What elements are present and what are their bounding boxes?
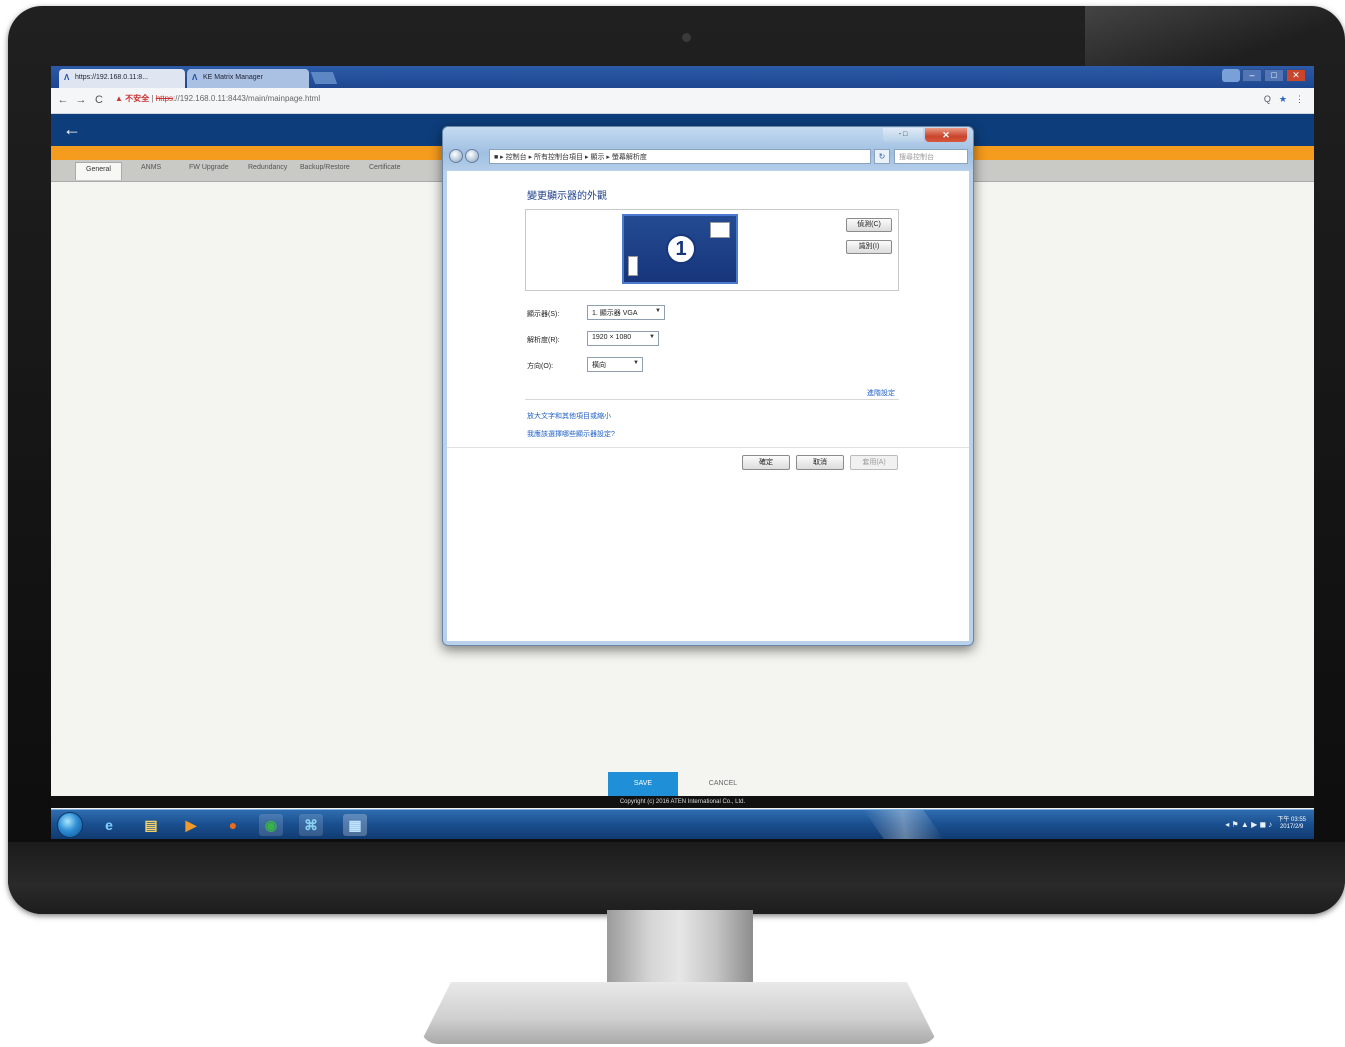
display-preview: 1 偵測(C) 識別(I) (525, 209, 899, 291)
menu-icon[interactable]: ⋮ (1295, 94, 1304, 105)
search-input[interactable]: 搜尋控制台 (894, 149, 968, 164)
window-controls: – □ ✕ (1242, 69, 1306, 83)
display-1-thumbnail[interactable]: 1 (622, 214, 738, 284)
window-thumbnail (710, 222, 730, 238)
explorer-nav-buttons (449, 149, 479, 163)
orientation-label: 方向(O): (527, 363, 554, 370)
clock-time: 下午 03:55 (1277, 817, 1306, 823)
url-scheme: https (155, 94, 174, 103)
chevron-down-icon: ▼ (649, 334, 655, 340)
tab-certificate[interactable]: Certificate (369, 164, 401, 171)
explorer-forward-button[interactable] (465, 149, 479, 163)
star-icon[interactable]: ★ (1279, 94, 1287, 105)
media-player-icon[interactable]: ▶ (179, 814, 203, 836)
explorer-icon[interactable]: ▤ (139, 814, 163, 836)
back-arrow-icon[interactable]: ← (63, 118, 81, 140)
profile-icon[interactable] (1222, 69, 1240, 82)
text-size-link[interactable]: 放大文字和其他項目或縮小 (527, 411, 611, 421)
resolution-select-value: 1920 × 1080 (592, 334, 632, 341)
screen-resolution-window: - □ ✕ ■ ▸ 控制台 ▸ 所有控制台項目 ▸ 顯示 ▸ 螢幕解析度 ↻ 搜… (442, 126, 974, 646)
divider (447, 447, 969, 448)
webcam (682, 33, 691, 42)
url-rest: ://192.168.0.11:8443/main/mainpage.html (173, 94, 321, 103)
minimize-maximize-buttons[interactable]: - □ (883, 128, 923, 142)
monitor-chin (8, 842, 1345, 914)
browser-tab[interactable]: Λ KE Matrix Manager (187, 69, 309, 88)
dialog-cancel-button[interactable]: 取消 (796, 455, 844, 470)
resolution-label: 解析度(R): (527, 337, 560, 344)
browser-tab-label: https://192.168.0.11:8... (75, 74, 149, 81)
display-settings-help-link[interactable]: 我應該選擇哪些顯示器設定? (527, 429, 615, 439)
form-actions: SAVE CANCEL (51, 772, 1314, 796)
control-panel-icon[interactable]: ▦ (343, 814, 367, 836)
chevron-down-icon: ▼ (633, 360, 639, 366)
tab-fw-upgrade[interactable]: FW Upgrade (189, 164, 229, 171)
address-bar-row: ← → C ▲ 不安全 | https://192.168.0.11:8443/… (51, 88, 1314, 114)
ie-icon[interactable]: e (97, 814, 121, 836)
copyright-text: Copyright (c) 2016 ATEN International Co… (51, 796, 1314, 808)
tab-backup-restore[interactable]: Backup/Restore (300, 164, 350, 171)
start-button[interactable] (57, 812, 83, 838)
screen: Λ https://192.168.0.11:8... Λ KE Matrix … (51, 66, 1314, 839)
system-tray: ◂ ⚑ ▲ ▶ ◼ ♪ 下午 03:55 2017/2/9 (1225, 817, 1306, 831)
clock-date: 2017/2/9 (1279, 824, 1304, 830)
close-button[interactable]: ✕ (1286, 69, 1306, 82)
orientation-select[interactable]: 橫向 ▼ (587, 357, 643, 372)
browser-tab-active[interactable]: Λ https://192.168.0.11:8... (59, 69, 185, 88)
resolution-select[interactable]: 1920 × 1080 ▼ (587, 331, 659, 346)
browser-tab-strip: Λ https://192.168.0.11:8... Λ KE Matrix … (51, 66, 1314, 88)
chrome-icon[interactable]: ◉ (259, 814, 283, 836)
aten-favicon: Λ (64, 73, 70, 82)
window-close-button[interactable]: ✕ (925, 128, 967, 142)
tab-anms[interactable]: ANMS (141, 164, 161, 171)
tab-general[interactable]: General (75, 162, 122, 180)
display-label: 顯示器(S): (527, 311, 560, 318)
chevron-down-icon: ▼ (655, 308, 661, 314)
display-select[interactable]: 1. 顯示器 VGA ▼ (587, 305, 665, 320)
aten-favicon: Λ (192, 73, 198, 82)
window-titlebar: - □ ✕ ■ ▸ 控制台 ▸ 所有控制台項目 ▸ 顯示 ▸ 螢幕解析度 ↻ 搜… (443, 127, 973, 171)
identify-button[interactable]: 識別(I) (846, 240, 892, 254)
url-field[interactable]: ▲ 不安全 | https://192.168.0.11:8443/main/m… (115, 93, 320, 104)
orientation-select-value: 橫向 (592, 362, 606, 369)
divider (525, 399, 899, 400)
security-warning: ▲ 不安全 (115, 94, 150, 103)
clock[interactable]: 下午 03:55 2017/2/9 (1277, 817, 1306, 831)
ok-button[interactable]: 確定 (742, 455, 790, 470)
page-title: 變更顯示器的外觀 (527, 191, 607, 202)
monitor-stand-base (420, 982, 938, 1044)
app-icon[interactable]: ⌘ (299, 814, 323, 836)
minimize-button[interactable]: – (1242, 69, 1262, 82)
reload-button[interactable]: C (93, 94, 105, 107)
back-button[interactable]: ← (57, 94, 69, 107)
taskbar: e ▤ ▶ ● ◉ ⌘ ▦ ◂ ⚑ ▲ ▶ ◼ ♪ 下午 03:55 2017/… (51, 809, 1314, 839)
apply-button[interactable]: 套用(A) (850, 455, 898, 470)
breadcrumb[interactable]: ■ ▸ 控制台 ▸ 所有控制台項目 ▸ 顯示 ▸ 螢幕解析度 (489, 149, 871, 164)
refresh-icon[interactable]: ↻ (874, 149, 890, 164)
tray-icons[interactable]: ◂ ⚑ ▲ ▶ ◼ ♪ (1225, 820, 1272, 829)
new-tab-button[interactable] (310, 72, 338, 84)
detect-button[interactable]: 偵測(C) (846, 218, 892, 232)
search-icon[interactable]: Q (1264, 94, 1271, 105)
advanced-settings-link[interactable]: 進階設定 (867, 388, 895, 398)
tab-redundancy[interactable]: Redundancy (248, 164, 287, 171)
firefox-icon[interactable]: ● (221, 814, 245, 836)
display-select-value: 1. 顯示器 VGA (592, 310, 638, 317)
taskbar-glare (863, 810, 945, 839)
explorer-back-button[interactable] (449, 149, 463, 163)
forward-button[interactable]: → (75, 94, 87, 107)
address-bar-icons: Q ★ ⋮ (1264, 94, 1304, 105)
maximize-button[interactable]: □ (1264, 69, 1284, 82)
window-thumbnail (628, 256, 638, 276)
save-button[interactable]: SAVE (608, 772, 678, 796)
window-body: 變更顯示器的外觀 1 偵測(C) 識別(I) 顯示器(S): 1. 顯示器 VG… (447, 171, 969, 641)
cancel-button[interactable]: CANCEL (691, 772, 755, 796)
browser-tab-label: KE Matrix Manager (203, 74, 263, 81)
bezel-glare (1085, 6, 1345, 66)
display-number-badge: 1 (666, 234, 696, 264)
